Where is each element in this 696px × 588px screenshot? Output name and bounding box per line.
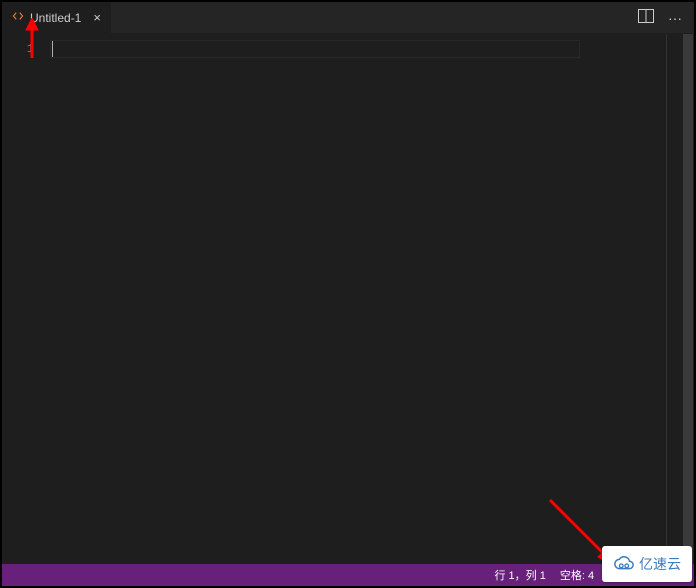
vertical-scrollbar[interactable] <box>682 34 694 564</box>
more-actions-icon[interactable]: ··· <box>668 10 682 26</box>
status-cursor-position[interactable]: 行 1，列 1 <box>495 567 546 583</box>
code-file-icon <box>12 10 24 25</box>
watermark-text: 亿速云 <box>639 554 681 574</box>
code-line-1 <box>50 40 666 58</box>
line-number: 1 <box>2 40 34 58</box>
status-bar: 行 1，列 1 空格: 4 UTF-8 CRLF <box>2 564 694 586</box>
tab-actions: ··· <box>638 9 694 26</box>
close-tab-icon[interactable]: × <box>93 10 101 25</box>
status-indentation[interactable]: 空格: 4 <box>560 567 594 583</box>
editor-body: 1 <box>2 34 694 564</box>
watermark-badge: 亿速云 <box>602 546 692 582</box>
tabs-container: Untitled-1 × <box>2 2 112 33</box>
scrollbar-thumb[interactable] <box>683 34 693 564</box>
code-editor-area[interactable] <box>50 34 666 564</box>
editor-window: Untitled-1 × ··· 1 行 1，列 1 空格: 4 UTF- <box>0 0 696 588</box>
tab-title: Untitled-1 <box>30 11 81 25</box>
tab-untitled-1[interactable]: Untitled-1 × <box>2 2 112 33</box>
tab-bar: Untitled-1 × ··· <box>2 2 694 34</box>
minimap[interactable] <box>666 34 682 564</box>
text-cursor <box>52 41 53 57</box>
split-editor-icon[interactable] <box>638 9 654 26</box>
line-number-gutter: 1 <box>2 34 50 564</box>
cloud-logo-icon <box>613 553 635 575</box>
